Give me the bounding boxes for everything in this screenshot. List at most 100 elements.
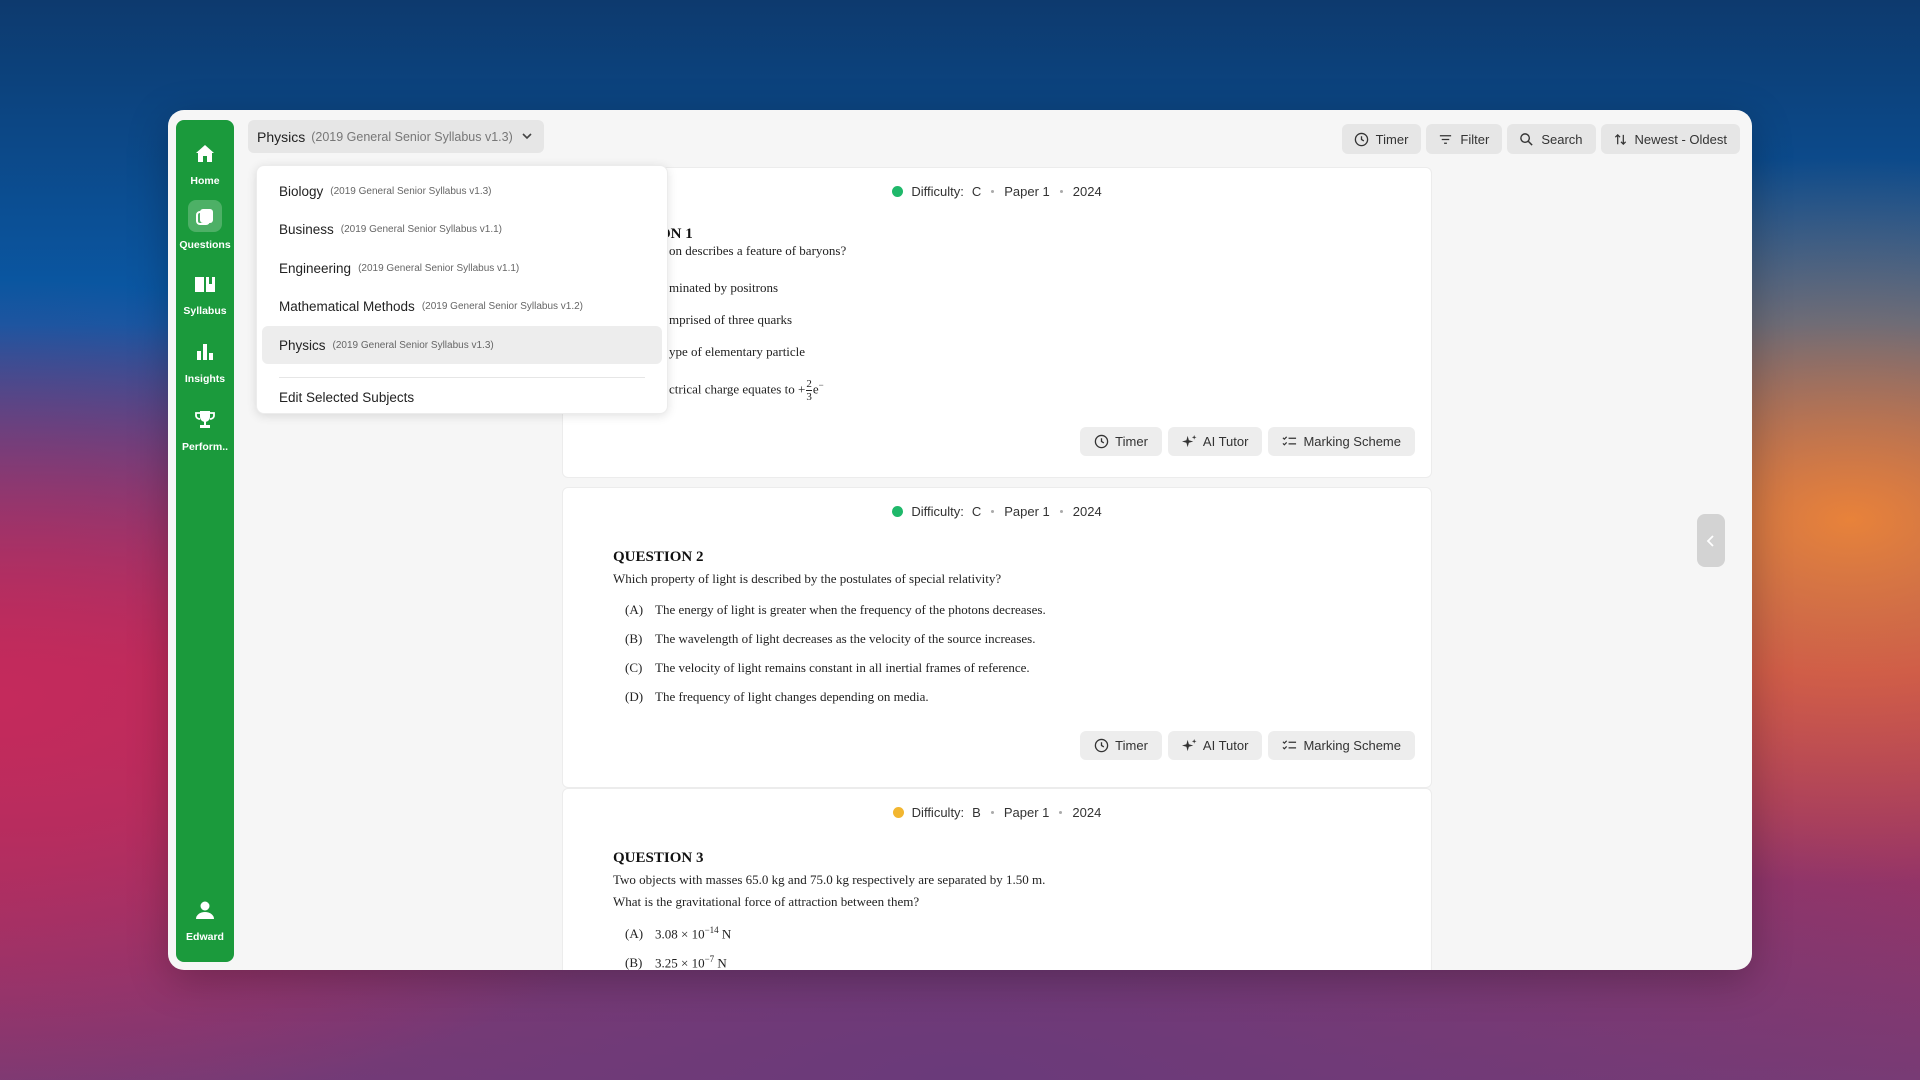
option-text: ctrical charge equates to + <box>669 381 806 397</box>
question-option: (A) 3.08 × 10−14 N <box>625 925 731 942</box>
sparkle-icon <box>1181 738 1197 752</box>
ai-tutor-label: AI Tutor <box>1202 738 1249 753</box>
sidebar-item-label: Perform.. <box>181 441 229 453</box>
chevron-down-icon <box>522 133 532 140</box>
question-option: ctrical charge equates to +2 3 e− <box>669 378 824 403</box>
difficulty-value: C <box>971 184 982 199</box>
filter-button[interactable]: Filter <box>1426 124 1503 154</box>
checklist-icon <box>1282 740 1297 750</box>
difficulty-label: Difficulty: <box>911 805 965 820</box>
sidebar-item-questions[interactable]: Questions <box>176 200 234 251</box>
sidebar-item-home[interactable]: Home <box>176 140 234 187</box>
difficulty-dot <box>892 186 904 197</box>
sidebar-item-syllabus[interactable]: Syllabus <box>176 270 234 317</box>
paper-label: Paper 1 <box>1003 805 1050 820</box>
question-card-2: Difficulty: C Paper 1 2024 QUESTION 2 Wh… <box>562 487 1432 788</box>
separator-dot <box>1059 510 1063 513</box>
option-letter: (A) <box>625 602 644 617</box>
question-option: (B) 3.25 × 10−7 N <box>625 954 727 970</box>
question-stem: Which property of light is described by … <box>613 571 1002 586</box>
sort-button[interactable]: Newest - Oldest <box>1600 124 1740 154</box>
sparkle-icon <box>1181 434 1197 448</box>
dropdown-item-physics[interactable]: Physics (2019 General Senior Syllabus v1… <box>262 326 662 364</box>
question-stem: What is the gravitational force of attra… <box>613 894 920 909</box>
edit-selected-subjects[interactable]: Edit Selected Subjects <box>279 390 414 405</box>
bar-chart-icon <box>197 344 213 360</box>
card-timer-label: Timer <box>1115 738 1148 753</box>
year-label: 2024 <box>1072 805 1102 820</box>
sidebar-item-label: Insights <box>184 373 226 385</box>
trophy-icon <box>195 411 215 428</box>
option-text: The frequency of light changes depending… <box>655 689 929 704</box>
difficulty-label: Difficulty: <box>911 504 964 519</box>
paper-label: Paper 1 <box>1004 504 1050 519</box>
dropdown-item-version: (2019 General Senior Syllabus v1.3) <box>330 185 492 197</box>
timer-label: Timer <box>1375 131 1409 147</box>
timer-button[interactable]: Timer <box>1341 124 1422 154</box>
search-label: Search <box>1541 131 1583 147</box>
book-icon <box>195 276 215 292</box>
question-option: (B) The wavelength of light decreases as … <box>625 631 1035 647</box>
clock-icon <box>1094 738 1109 753</box>
question-option: (D) The frequency of light changes depend… <box>625 689 929 705</box>
ai-tutor-label: AI Tutor <box>1202 434 1249 449</box>
option-text: 3.25 × 10 <box>655 955 705 970</box>
card-timer-button[interactable]: Timer <box>1080 731 1162 760</box>
dropdown-item-mathematical-methods[interactable]: Mathematical Methods (2019 General Senio… <box>262 287 662 325</box>
sidebar-user[interactable]: Edward <box>176 896 234 943</box>
sidebar: Home Questions Syllabus Insights Perform… <box>176 120 234 962</box>
ai-tutor-button[interactable]: AI Tutor <box>1167 427 1263 456</box>
year-label: 2024 <box>1072 184 1102 199</box>
ai-tutor-button[interactable]: AI Tutor <box>1167 731 1263 760</box>
collapse-panel-button[interactable] <box>1697 514 1725 567</box>
dropdown-item-version: (2019 General Senior Syllabus v1.1) <box>340 223 502 235</box>
dropdown-divider <box>279 377 645 378</box>
subject-dropdown: Biology (2019 General Senior Syllabus v1… <box>256 165 668 414</box>
option-letter: (B) <box>625 631 643 646</box>
dropdown-item-name: Biology <box>279 183 324 199</box>
dropdown-item-name: Engineering <box>279 260 352 276</box>
dropdown-item-biology[interactable]: Biology (2019 General Senior Syllabus v1… <box>262 172 662 210</box>
question-meta: Difficulty: B Paper 1 2024 <box>563 805 1431 820</box>
question-meta: Difficulty: C Paper 1 2024 <box>563 504 1431 519</box>
question-option: (A) The energy of light is greater when t… <box>625 602 1046 618</box>
card-actions: Timer AI Tutor Marking Scheme <box>1080 731 1415 760</box>
sidebar-item-performance[interactable]: Perform.. <box>176 406 234 453</box>
user-icon <box>196 901 214 919</box>
subject-version: (2019 General Senior Syllabus v1.3) <box>311 129 513 144</box>
difficulty-dot <box>892 506 904 517</box>
option-text: The velocity of light remains constant i… <box>655 660 1030 675</box>
marking-scheme-label: Marking Scheme <box>1303 738 1401 753</box>
option-exponent: −7 <box>704 954 715 964</box>
question-option: (C) The velocity of light remains constan… <box>625 660 1030 676</box>
sidebar-item-label: Syllabus <box>183 305 227 317</box>
question-option: mprised of three quarks <box>669 312 793 327</box>
app-window: Home Questions Syllabus Insights Perform… <box>168 110 1752 970</box>
dropdown-item-business[interactable]: Business (2019 General Senior Syllabus v… <box>262 210 662 248</box>
option-text: The wavelength of light decreases as the… <box>655 631 1036 646</box>
dropdown-item-engineering[interactable]: Engineering (2019 General Senior Syllabu… <box>262 249 662 287</box>
question-stem: on describes a feature of baryons? <box>669 243 847 258</box>
card-timer-button[interactable]: Timer <box>1080 427 1162 456</box>
difficulty-value: C <box>971 504 982 519</box>
difficulty-value: B <box>972 805 981 820</box>
option-letter: (A) <box>625 926 644 942</box>
marking-scheme-button[interactable]: Marking Scheme <box>1268 427 1415 456</box>
search-icon <box>1520 132 1533 146</box>
paper-label: Paper 1 <box>1004 184 1050 199</box>
clock-icon <box>1354 132 1368 146</box>
subject-selector[interactable]: Physics (2019 General Senior Syllabus v1… <box>248 120 544 153</box>
sidebar-item-insights[interactable]: Insights <box>176 338 234 385</box>
search-button[interactable]: Search <box>1507 124 1596 154</box>
option-letter: (D) <box>625 689 644 704</box>
clock-icon <box>1094 434 1109 449</box>
toolbar: Timer Filter Search Newest - Oldest <box>1341 124 1740 154</box>
option-exponent: −14 <box>704 925 719 935</box>
difficulty-dot <box>892 807 904 818</box>
question-option: ype of elementary particle <box>669 344 806 359</box>
card-actions: Timer AI Tutor Marking Scheme <box>1080 427 1415 456</box>
marking-scheme-button[interactable]: Marking Scheme <box>1268 731 1415 760</box>
separator-dot <box>991 190 995 193</box>
dropdown-item-version: (2019 General Senior Syllabus v1.3) <box>332 339 494 351</box>
filter-icon <box>1440 134 1452 144</box>
